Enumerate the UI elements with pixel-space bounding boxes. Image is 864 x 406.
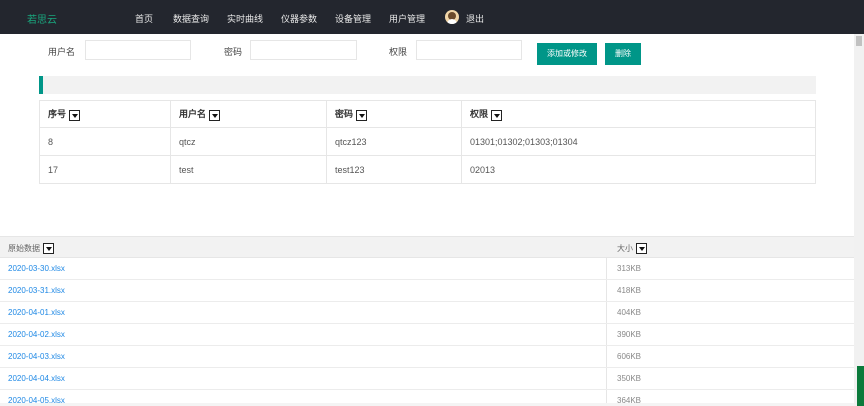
users-table: 序号 用户名 密码 权限 8 qtcz qtcz123 01301;01302;… — [39, 100, 816, 184]
column-header-permission: 权限 — [461, 100, 816, 128]
column-header-label: 大小 — [617, 244, 633, 253]
column-header-label: 序号 — [48, 109, 67, 120]
file-size: 606KB — [617, 352, 642, 361]
file-row: 2020-04-02.xlsx 390KB — [0, 324, 854, 346]
cell-id: 8 — [39, 127, 171, 156]
nav-item-data-query[interactable]: 数据查询 — [173, 12, 209, 25]
file-row: 2020-04-04.xlsx 350KB — [0, 368, 854, 390]
permission-label: 权限 — [389, 47, 408, 57]
file-size: 313KB — [617, 264, 642, 273]
table-row[interactable]: 17 test test123 02013 — [39, 155, 816, 184]
column-header-raw-data: 原始数据 — [8, 243, 54, 255]
add-or-modify-button[interactable]: 添加或修改 — [537, 43, 597, 65]
file-link[interactable]: 2020-04-02.xlsx — [8, 330, 65, 339]
file-row: 2020-03-30.xlsx 313KB — [0, 258, 854, 280]
column-header-size: 大小 — [617, 243, 647, 255]
dropdown-icon[interactable] — [356, 109, 368, 121]
column-header-label: 原始数据 — [8, 244, 40, 253]
column-header-label: 权限 — [470, 109, 489, 120]
page: 若思云 首页 数据查询 实时曲线 仪器参数 设备管理 用户管理 退出 用户名 密… — [0, 0, 864, 406]
column-header-username: 用户名 — [170, 100, 327, 128]
username-input[interactable] — [85, 40, 191, 60]
vertical-scrollbar[interactable] — [854, 34, 864, 406]
column-header-label: 密码 — [335, 109, 354, 120]
top-nav: 若思云 首页 数据查询 实时曲线 仪器参数 设备管理 用户管理 退出 — [0, 0, 864, 34]
column-header-label: 用户名 — [179, 109, 207, 120]
username-label: 用户名 — [48, 47, 76, 57]
cell-password: qtcz123 — [326, 127, 462, 156]
nav-item-instrument-params[interactable]: 仪器参数 — [281, 12, 317, 25]
cell-username: qtcz — [170, 127, 327, 156]
nav-item-device-management[interactable]: 设备管理 — [335, 12, 371, 25]
brand-logo[interactable]: 若思云 — [27, 11, 57, 26]
side-float-tab[interactable] — [857, 366, 864, 406]
files-table-header: 原始数据 大小 — [0, 236, 854, 258]
table-row[interactable]: 8 qtcz qtcz123 01301;01302;01303;01304 — [39, 127, 816, 156]
cell-permission: 02013 — [461, 155, 816, 184]
file-size: 418KB — [617, 286, 642, 295]
cell-permission: 01301;01302;01303;01304 — [461, 127, 816, 156]
logout-link[interactable]: 退出 — [466, 12, 484, 25]
cell-id: 17 — [39, 155, 171, 184]
nav-item-home[interactable]: 首页 — [135, 12, 153, 25]
file-link[interactable]: 2020-03-31.xlsx — [8, 286, 65, 295]
nav-item-realtime-curve[interactable]: 实时曲线 — [227, 12, 263, 25]
delete-button[interactable]: 删除 — [605, 43, 641, 65]
password-label: 密码 — [224, 47, 243, 57]
cell-username: test — [170, 155, 327, 184]
file-row: 2020-03-31.xlsx 418KB — [0, 280, 854, 302]
file-size: 350KB — [617, 374, 642, 383]
column-header-id: 序号 — [39, 100, 171, 128]
file-size: 390KB — [617, 330, 642, 339]
cell-password: test123 — [326, 155, 462, 184]
file-link[interactable]: 2020-04-03.xlsx — [8, 352, 65, 361]
file-row: 2020-04-03.xlsx 606KB — [0, 346, 854, 368]
file-link[interactable]: 2020-03-30.xlsx — [8, 264, 65, 273]
file-link[interactable]: 2020-04-04.xlsx — [8, 374, 65, 383]
permission-input[interactable] — [416, 40, 522, 60]
file-row: 2020-04-01.xlsx 404KB — [0, 302, 854, 324]
dropdown-icon[interactable] — [209, 109, 221, 121]
dropdown-icon[interactable] — [69, 109, 81, 121]
section-header-bar — [39, 76, 816, 94]
file-link[interactable]: 2020-04-01.xlsx — [8, 308, 65, 317]
dropdown-icon[interactable] — [491, 109, 503, 121]
password-input[interactable] — [250, 40, 357, 60]
file-size: 404KB — [617, 308, 642, 317]
nav-item-user-management[interactable]: 用户管理 — [389, 12, 425, 25]
column-header-password: 密码 — [326, 100, 462, 128]
table-header-row: 序号 用户名 密码 权限 — [39, 100, 816, 128]
user-avatar-icon[interactable] — [445, 10, 459, 24]
dropdown-icon[interactable] — [636, 243, 647, 255]
scrollbar-thumb[interactable] — [856, 36, 862, 46]
dropdown-icon[interactable] — [43, 243, 54, 255]
